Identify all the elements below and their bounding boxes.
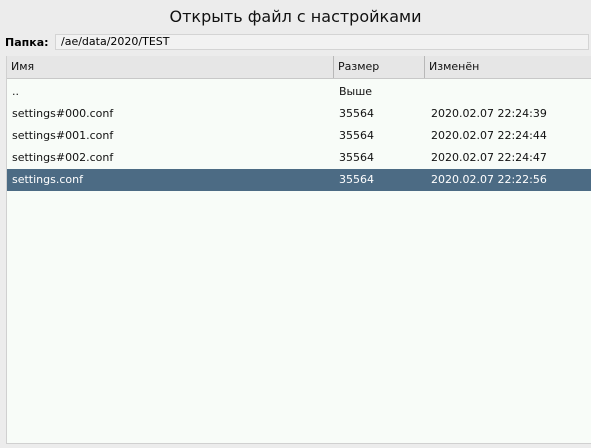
open-settings-dialog: Открыть файл с настройками Папка: /ae/da… [0,0,591,448]
dialog-title: Открыть файл с настройками [169,7,422,26]
column-header-modified[interactable]: Изменён [425,56,591,78]
file-name: settings#002.conf [12,151,114,164]
file-size: 35564 [339,151,374,164]
column-header-size[interactable]: Размер [334,56,425,78]
file-size: 35564 [339,129,374,142]
file-modified: 2020.02.07 22:24:39 [431,107,547,120]
column-header-name[interactable]: Имя [7,56,334,78]
file-name: settings#001.conf [12,129,114,142]
file-modified: 2020.02.07 22:22:56 [431,173,547,186]
file-row[interactable]: settings#000.conf 35564 2020.02.07 22:24… [7,103,591,125]
file-name: .. [12,85,19,98]
file-row[interactable]: settings#001.conf 35564 2020.02.07 22:24… [7,125,591,147]
folder-path-field[interactable]: /ae/data/2020/TEST [55,34,589,50]
file-row-parent[interactable]: .. Выше [7,81,591,103]
file-size: Выше [339,85,373,98]
file-list-header: Имя Размер Изменён [7,56,591,79]
file-name: settings.conf [12,173,83,186]
file-row[interactable]: settings#002.conf 35564 2020.02.07 22:24… [7,147,591,169]
file-size: 35564 [339,173,374,186]
file-modified: 2020.02.07 22:24:47 [431,151,547,164]
file-name: settings#000.conf [12,107,114,120]
file-modified: 2020.02.07 22:24:44 [431,129,547,142]
file-row-selected[interactable]: settings.conf 35564 2020.02.07 22:22:56 [7,169,591,191]
folder-row: Папка: /ae/data/2020/TEST [0,33,591,52]
file-size: 35564 [339,107,374,120]
folder-label: Папка: [5,36,49,49]
file-list[interactable]: Имя Размер Изменён .. Выше settings#000.… [6,56,591,444]
